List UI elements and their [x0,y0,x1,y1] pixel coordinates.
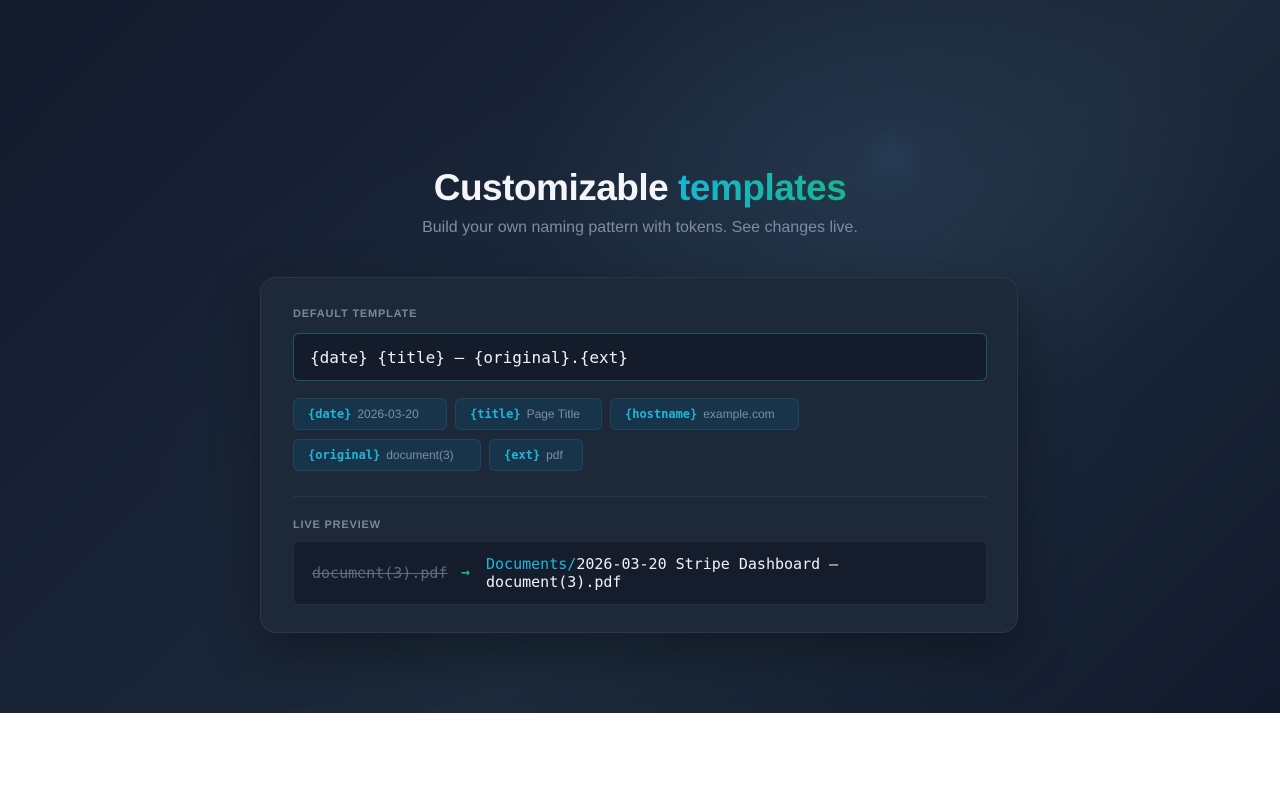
token-hostname[interactable]: {hostname} example.com [610,398,799,430]
arrow-right-icon: → [461,563,471,581]
token-key: {ext} [504,448,541,462]
token-key: {title} [470,407,521,421]
live-preview-label: LIVE PREVIEW [293,519,381,531]
token-example: 2026-03-20 [357,407,419,421]
token-original[interactable]: {original} document(3) [293,439,481,471]
template-input[interactable] [293,333,987,381]
template-card: DEFAULT TEMPLATE {date} 2026-03-20 {titl… [260,277,1018,633]
token-ext[interactable]: {ext} pdf [489,439,583,471]
destination-folder: Documents/ [486,555,577,573]
page-title: Customizable templates [0,166,1280,210]
hero-section: Customizable templates Build your own na… [0,0,1280,713]
token-date[interactable]: {date} 2026-03-20 [293,398,447,430]
title-accent: templates [678,167,847,208]
token-key: {hostname} [625,407,698,421]
token-example: example.com [703,407,775,421]
renamed-filename: Documents/2026-03-20 Stripe Dashboard — … [486,555,886,591]
token-key: {original} [308,448,381,462]
token-key: {date} [308,407,352,421]
original-filename: document(3).pdf [312,564,448,582]
default-template-label: DEFAULT TEMPLATE [293,308,418,320]
token-title[interactable]: {title} Page Title [455,398,602,430]
token-example: pdf [546,448,563,462]
section-divider [293,496,987,497]
title-main: Customizable [433,167,669,208]
token-example: document(3) [386,448,454,462]
token-example: Page Title [526,407,580,421]
page-subtitle: Build your own naming pattern with token… [422,219,858,236]
live-preview-box: document(3).pdf → Documents/2026-03-20 S… [293,541,987,605]
